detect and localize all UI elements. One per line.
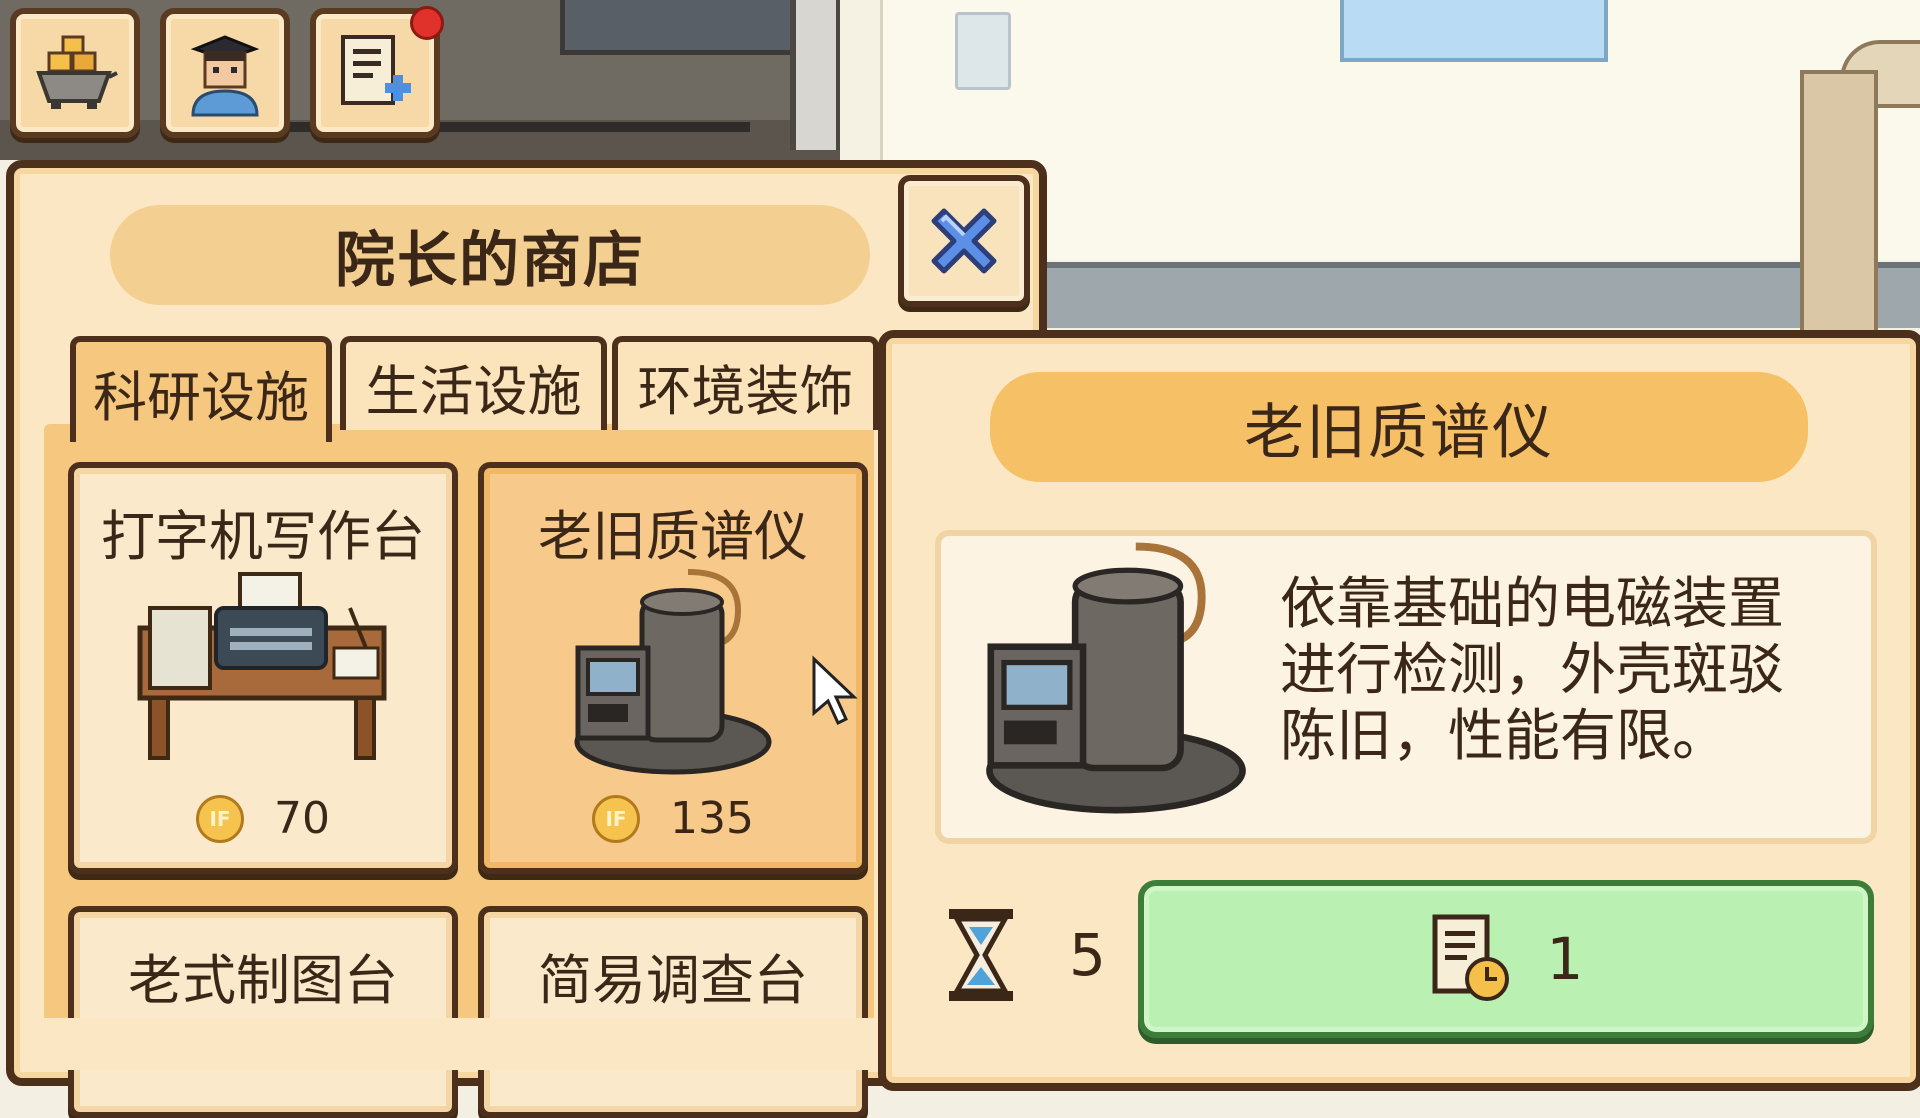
- notification-badge: [410, 6, 444, 40]
- build-cost: 1: [1546, 925, 1584, 993]
- background-picture-frame: [955, 12, 1011, 90]
- item-price: IF 135: [484, 793, 862, 844]
- resources-icon: [36, 35, 118, 109]
- resources-button[interactable]: [10, 8, 140, 138]
- build-time-value: 5: [1069, 921, 1106, 989]
- shop-item-typewriter-desk[interactable]: 打字机写作台 IF 70: [68, 462, 458, 874]
- detail-title: 老旧质谱仪: [1244, 397, 1554, 468]
- item-price: IF 70: [74, 793, 452, 844]
- tab-label: 科研设施: [93, 365, 309, 429]
- close-icon: [931, 208, 997, 274]
- tab-research-facilities[interactable]: 科研设施: [70, 336, 332, 442]
- shop-title-bar: 院长的商店: [110, 205, 870, 305]
- shop-item-old-drafting-table[interactable]: 老式制图台: [68, 906, 458, 1118]
- detail-title-bar: 老旧质谱仪: [990, 372, 1808, 482]
- staff-button[interactable]: [160, 8, 290, 138]
- background-door-post: [1800, 70, 1878, 348]
- mouse-cursor-icon: [812, 655, 858, 726]
- item-name: 打字机写作台: [101, 505, 425, 568]
- mass-spectrometer-icon: [574, 569, 772, 775]
- hourglass-icon: [949, 909, 1013, 1001]
- tab-environment-decor[interactable]: 环境装饰: [612, 336, 879, 430]
- item-name: 老式制图台: [128, 949, 398, 1012]
- tab-living-facilities[interactable]: 生活设施: [340, 336, 607, 430]
- typewriter-desk-icon: [137, 572, 387, 760]
- close-button[interactable]: [898, 175, 1030, 307]
- item-description: 依靠基础的电磁装置进行检测，外壳斑驳陈旧，性能有限。: [1280, 572, 1784, 769]
- background-pillar: [790, 0, 842, 150]
- coin-icon: IF: [196, 794, 244, 843]
- staff-icon: [190, 35, 260, 117]
- shop-title: 院长的商店: [335, 225, 645, 296]
- price-value: 135: [670, 793, 754, 844]
- item-name: 老旧质谱仪: [538, 505, 808, 568]
- tab-label: 生活设施: [365, 359, 582, 423]
- document-clock-icon: [1432, 914, 1509, 1001]
- tab-label: 环境装饰: [637, 359, 854, 423]
- item-name: 简易调查台: [538, 949, 808, 1012]
- coin-icon: IF: [592, 794, 640, 843]
- shop-item-simple-survey-desk[interactable]: 简易调查台: [478, 906, 868, 1118]
- grid-bottom-edge: [44, 1018, 874, 1070]
- build-time: 5: [945, 905, 1106, 1005]
- tasks-icon: [341, 35, 411, 105]
- mass-spectrometer-preview-icon: [986, 542, 1246, 814]
- background-window: [560, 0, 810, 55]
- price-value: 70: [274, 793, 330, 844]
- build-button[interactable]: 1: [1138, 880, 1874, 1038]
- background-blind: [1340, 0, 1608, 62]
